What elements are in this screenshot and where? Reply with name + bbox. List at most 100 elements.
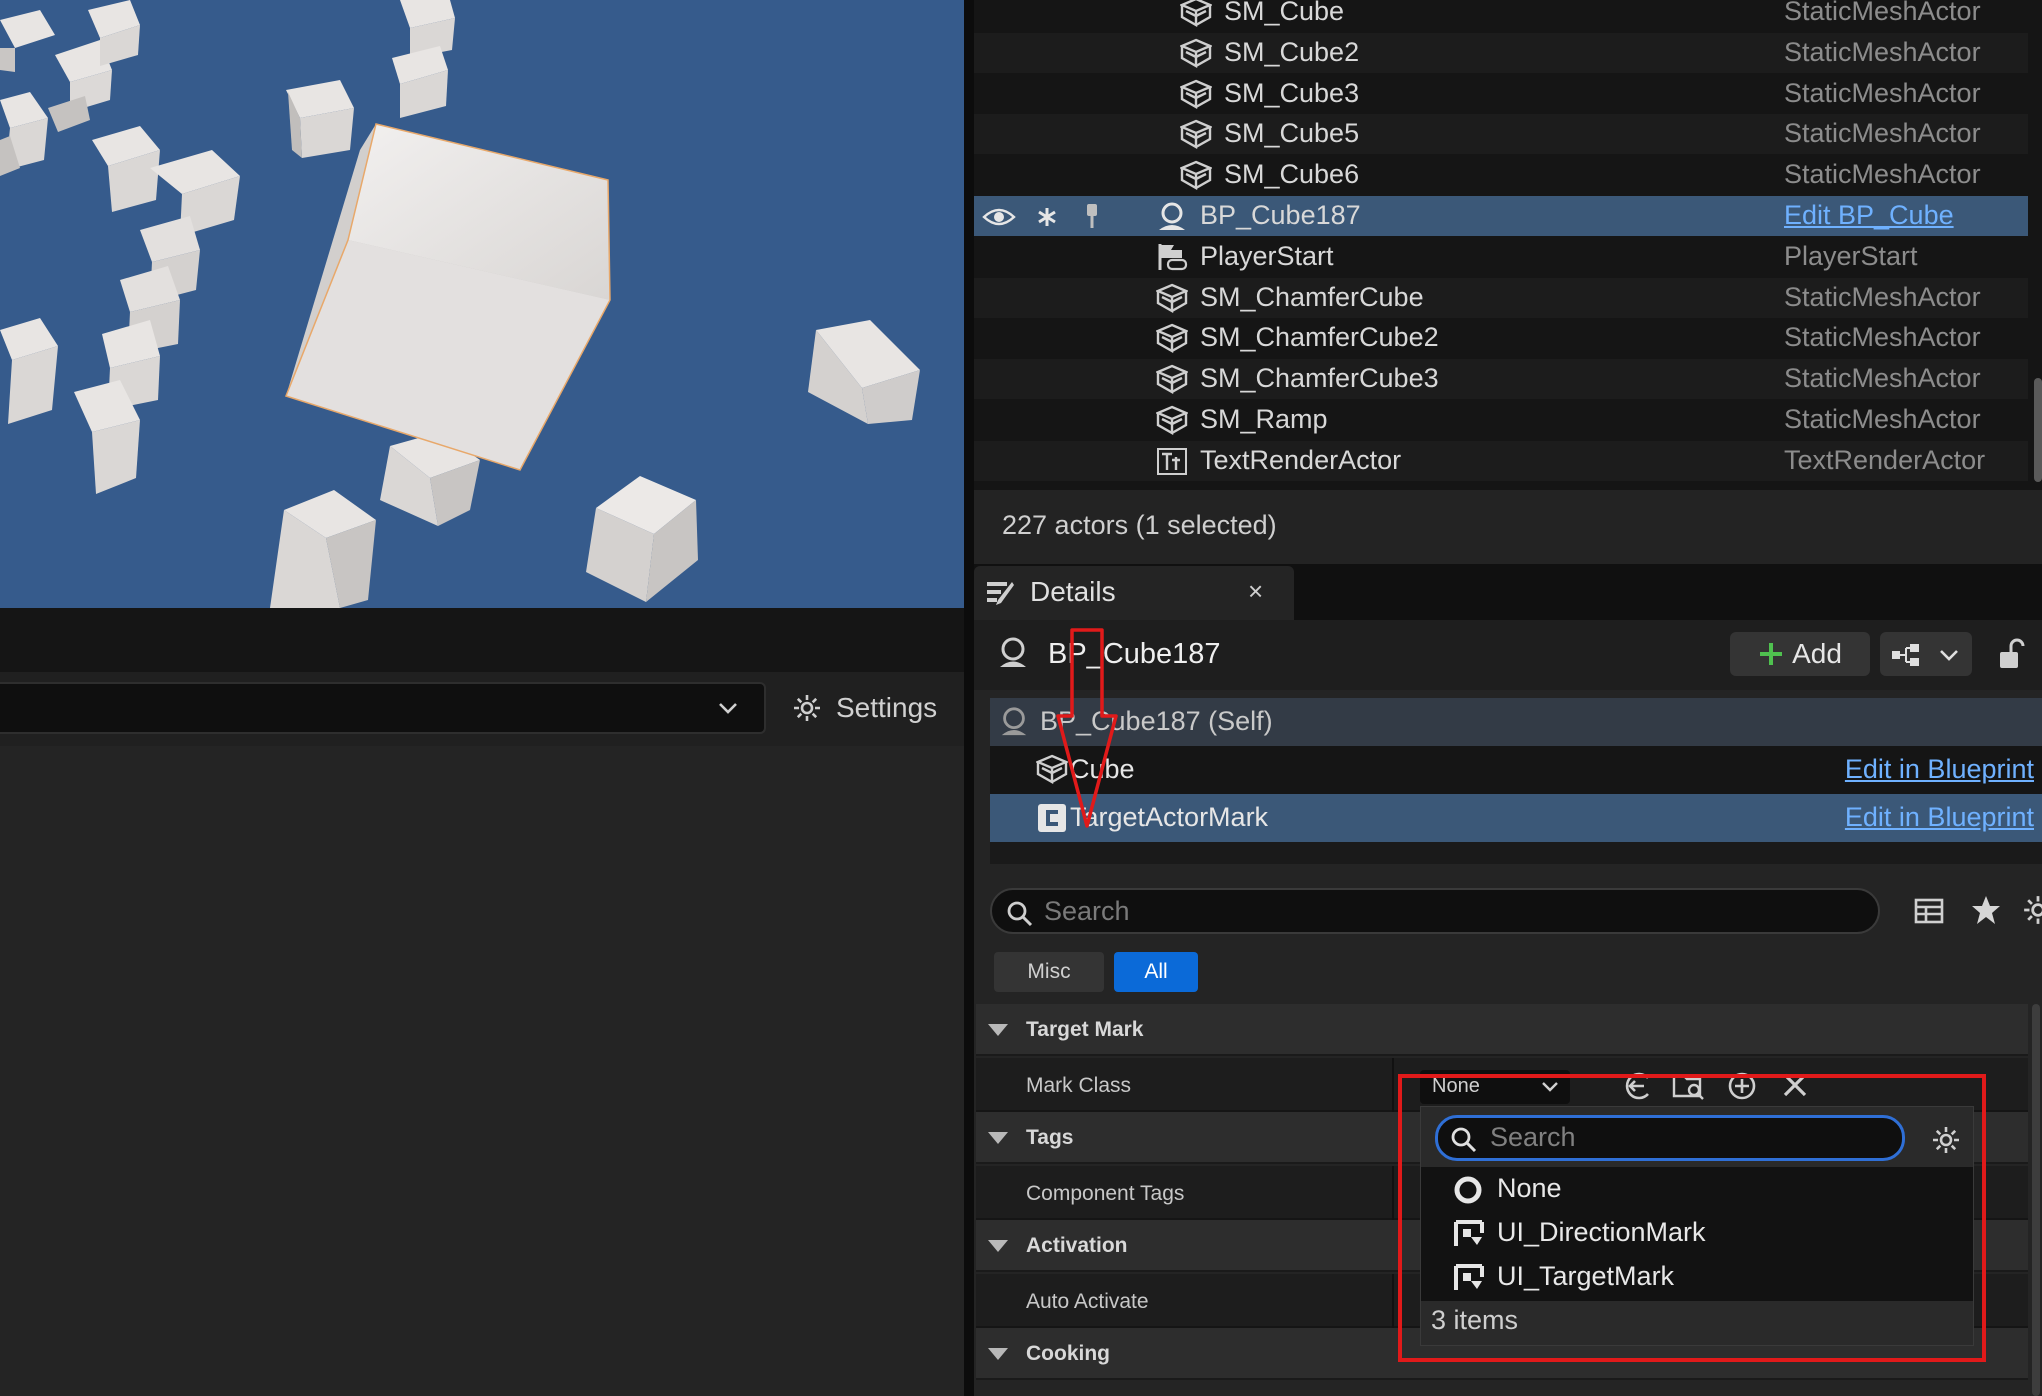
outliner-row[interactable]: SM_ChamferCube3 StaticMeshActor [974, 359, 2028, 400]
static-mesh-icon [1156, 324, 1188, 354]
clear-icon[interactable] [1780, 1070, 1810, 1100]
actor-icon [1000, 637, 1026, 667]
column-divider[interactable] [1392, 1166, 1394, 1220]
details-pencil-icon [987, 582, 1014, 605]
outliner-row[interactable]: SM_ChamferCube2 StaticMeshActor [974, 318, 2028, 358]
category-label: Activation [1026, 1234, 1128, 1257]
column-divider[interactable] [1392, 1058, 1394, 1112]
component-icon [1038, 804, 1066, 832]
pin-icon[interactable] [1082, 202, 1102, 230]
filter-all-button[interactable]: All [1114, 952, 1198, 992]
chevron-down-icon [719, 703, 737, 714]
component-cube-label: Cube [1070, 754, 1135, 784]
gear-icon[interactable] [2022, 894, 2042, 926]
outliner-item-type: StaticMeshActor [1784, 36, 1981, 67]
details-scrollbar[interactable] [2032, 1004, 2040, 1396]
outliner-row[interactable]: BP_Cube187 Edit BP_Cube [974, 196, 2028, 236]
gear-icon[interactable] [1931, 1125, 1961, 1155]
category-target-mark[interactable]: Target Mark [976, 1004, 2028, 1056]
star-icon[interactable] [1970, 894, 2002, 926]
property-label: Auto Activate [1026, 1290, 1149, 1313]
outliner-item-label: SM_Cube2 [1224, 36, 1360, 67]
outliner-item-label: TextRenderActor [1200, 444, 1402, 475]
tab-details[interactable]: Details × [974, 566, 1294, 620]
settings-button[interactable]: Settings [792, 686, 937, 730]
outliner-item-label: SM_Cube5 [1224, 118, 1360, 149]
popup-item-label: None [1497, 1173, 1562, 1203]
collapse-triangle-icon [988, 1348, 1008, 1360]
static-mesh-icon [1036, 754, 1068, 784]
outliner-item-type: StaticMeshActor [1784, 77, 1981, 108]
component-tree: BP_Cube187 (Self) Cube Edit in Blueprint… [990, 698, 2042, 864]
popup-item-none[interactable]: None [1421, 1167, 1973, 1211]
edit-in-blueprint-link[interactable]: Edit in Blueprint [1845, 754, 2034, 785]
outliner-status-bar: 227 actors (1 selected) [974, 490, 2042, 564]
popup-item-label: UI_TargetMark [1497, 1261, 1675, 1291]
outliner-row[interactable]: WorldDataLayersWorldDataLayers [974, 482, 2028, 490]
static-mesh-icon [1156, 405, 1188, 435]
popup-item-ui-targetmark[interactable]: UI_TargetMark [1421, 1255, 1973, 1299]
left-panel-dropdown[interactable] [0, 682, 766, 734]
outliner-row[interactable]: SM_Cube2 StaticMeshActor [974, 32, 2028, 73]
panel-splitter[interactable] [964, 0, 974, 1396]
outliner-row[interactable]: SM_Cube StaticMeshActor [974, 0, 2028, 32]
outliner-row[interactable]: PlayerStart PlayerStart [974, 237, 2028, 277]
close-icon[interactable]: × [1248, 576, 1263, 607]
outliner-row[interactable]: SM_Cube3 StaticMeshActor [974, 74, 2028, 114]
edit-in-blueprint-link[interactable]: Edit in Blueprint [1845, 802, 2034, 833]
level-viewport[interactable] [0, 0, 964, 608]
details-search-input[interactable]: Search [990, 888, 1880, 934]
use-selected-icon[interactable] [1622, 1070, 1654, 1102]
outliner-item-label: PlayerStart [1200, 240, 1334, 271]
details-tab-title: Details [1030, 576, 1116, 607]
add-component-button[interactable]: Add [1730, 632, 1870, 676]
popup-item-ui-directionmark[interactable]: UI_DirectionMark [1421, 1211, 1973, 1255]
details-search-row: Search [990, 888, 2042, 938]
static-mesh-icon [1180, 0, 1212, 27]
outliner-row[interactable]: SM_Cube5 StaticMeshActor [974, 114, 2028, 155]
visibility-eye-icon[interactable] [982, 206, 1016, 228]
component-row-cube[interactable]: Cube Edit in Blueprint [990, 746, 2042, 794]
table-view-icon[interactable] [1914, 896, 1944, 926]
property-label: Mark Class [1026, 1074, 1132, 1097]
component-row-self[interactable]: BP_Cube187 (Self) [990, 698, 2042, 746]
component-self-label: BP_Cube187 (Self) [1040, 706, 1273, 736]
outliner-row[interactable]: TextRenderActor TextRenderActor [974, 440, 2028, 481]
actor-name: BP_Cube187 [1048, 638, 1221, 670]
actor-icon [1159, 202, 1185, 230]
popup-item-list: None UI_DirectionMark UI_TargetMark [1421, 1167, 1973, 1301]
category-label: Cooking [1026, 1342, 1110, 1365]
filter-misc-button[interactable]: Misc [994, 952, 1104, 992]
blueprint-options-button[interactable] [1880, 632, 1972, 676]
category-label: Target Mark [1026, 1018, 1144, 1041]
blueprint-hierarchy-icon [1892, 644, 1919, 666]
outliner-row[interactable]: SM_ChamferCube StaticMeshActor [974, 277, 2028, 318]
component-target-label: TargetActorMark [1070, 802, 1269, 832]
widget-blueprint-icon [1454, 1264, 1484, 1290]
outliner-item-label: SM_Cube3 [1224, 77, 1360, 108]
gear-icon [794, 695, 820, 721]
none-circle-icon [1454, 1176, 1482, 1204]
browse-icon[interactable] [1672, 1070, 1706, 1102]
lock-icon[interactable] [1996, 638, 2026, 672]
edit-blueprint-link[interactable]: Edit BP_Cube [1784, 200, 1954, 231]
outliner-item-type: TextRenderActor [1784, 444, 1986, 475]
outliner-item-label: SM_ChamferCube [1200, 281, 1424, 312]
settings-label: Settings [836, 692, 938, 723]
popup-search-input[interactable]: Search [1435, 1115, 1905, 1161]
outliner-item-label: SM_ChamferCube3 [1200, 363, 1439, 394]
mark-class-combo[interactable]: None [1420, 1070, 1570, 1104]
outliner-row[interactable]: SM_Ramp StaticMeshActor [974, 400, 2028, 440]
chevron-down-icon [1940, 650, 1958, 661]
collapse-triangle-icon [988, 1240, 1008, 1252]
outliner-row[interactable]: SM_Cube6 StaticMeshActor [974, 155, 2028, 195]
left-panel-body [0, 746, 964, 1396]
component-row-target-actor-mark[interactable]: TargetActorMark Edit in Blueprint [990, 794, 2042, 842]
add-new-icon[interactable] [1726, 1070, 1758, 1102]
column-divider[interactable] [1392, 1274, 1394, 1328]
popup-item-label: UI_DirectionMark [1497, 1217, 1706, 1247]
outliner-scrollbar[interactable] [2034, 378, 2042, 482]
left-panel-toolbar [0, 608, 964, 672]
actor-count: 227 actors (1 selected) [1002, 510, 1277, 540]
class-picker-popup: Search None UI_DirectionMark UI_TargetMa… [1420, 1106, 1974, 1346]
